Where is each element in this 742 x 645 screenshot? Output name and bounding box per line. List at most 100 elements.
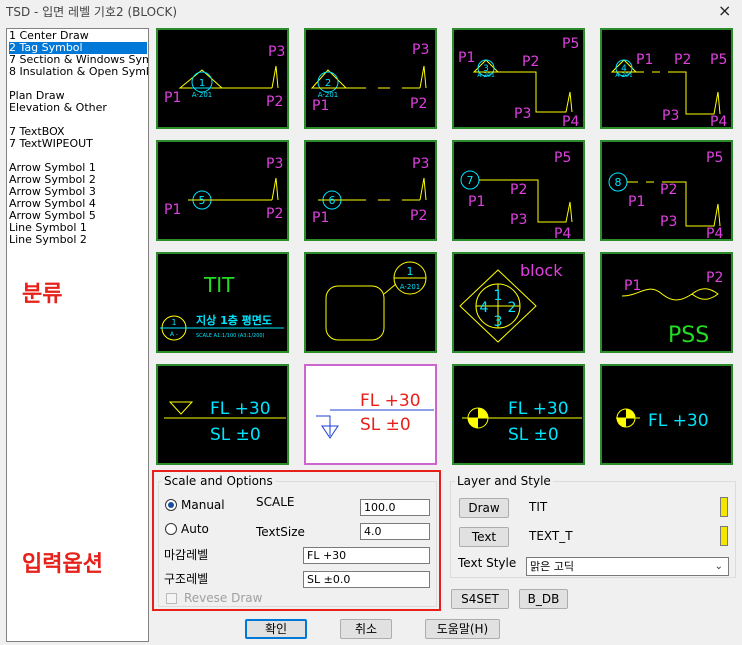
label-p3: P3 <box>412 156 429 172</box>
title-block-tile[interactable]: TIT 1 A - 지상 1층 평면도 SCALE A1:1/100 (A3:1… <box>156 252 289 353</box>
tag-symbol-tile-5[interactable]: 5 P1 P2 P3 <box>156 140 289 241</box>
auto-label: Auto <box>181 522 209 536</box>
level-sl: SL ±0 <box>508 425 559 445</box>
auto-radio[interactable] <box>165 523 177 535</box>
text-layer-color-swatch[interactable] <box>720 526 728 546</box>
s4set-button[interactable]: S4SET <box>451 589 509 609</box>
level-fl: FL +30 <box>648 411 709 431</box>
pss-label: PSS <box>668 323 709 348</box>
struct-level-input[interactable]: SL ±0.0 <box>303 571 430 588</box>
level-fl: FL +30 <box>508 399 569 419</box>
detail-callout-tile[interactable]: 1 A-201 <box>304 252 437 353</box>
block-num-3: 3 <box>494 314 503 330</box>
label-p1: P1 <box>628 194 645 210</box>
label-p2: P2 <box>266 94 283 110</box>
manual-label: Manual <box>181 498 225 512</box>
tag-number: 7 <box>467 174 474 187</box>
label-p2: P2 <box>410 96 427 112</box>
block-num-2: 2 <box>508 300 517 316</box>
scale-options-title: Scale and Options <box>162 474 275 488</box>
label-p1: P1 <box>636 52 653 68</box>
label-p2: P2 <box>706 270 723 286</box>
help-button[interactable]: 도움말(H) <box>425 619 500 639</box>
draw-layer-color-swatch[interactable] <box>720 497 728 517</box>
label-p3: P3 <box>266 156 283 172</box>
scale-input[interactable]: 100.0 <box>360 499 430 516</box>
label-p5: P5 <box>710 52 727 68</box>
category-item[interactable]: 7 TextWIPEOUT <box>9 138 147 150</box>
label-p1: P1 <box>468 194 485 210</box>
callout-number: 1 <box>407 265 414 278</box>
finish-level-input[interactable]: FL +30 <box>303 547 430 564</box>
category-item[interactable]: Line Symbol 2 <box>9 234 147 246</box>
reverse-draw-checkbox[interactable] <box>166 593 177 604</box>
label-p2: P2 <box>510 182 527 198</box>
label-p1: P1 <box>458 50 475 66</box>
block-diamond-tile[interactable]: 1 4 2 3 block <box>452 252 585 353</box>
text-layer-value: TEXT_T <box>529 529 573 543</box>
level-sl: SL ±0 <box>210 425 261 445</box>
cancel-button[interactable]: 취소 <box>340 619 392 639</box>
tit-number: 1 <box>171 318 176 327</box>
text-style-value: 맑은 고딕 <box>530 560 574 573</box>
tag-number: 8 <box>615 176 622 189</box>
tag-symbol-tile-2[interactable]: 2 A-201 P1 P2 P3 <box>304 28 437 129</box>
b-db-button[interactable]: B_DB <box>519 589 568 609</box>
label-p2: P2 <box>266 206 283 222</box>
options-annotation: 입력옵션 <box>22 552 103 577</box>
drawing-scale: SCALE A1:1/100 (A3:1/200) <box>196 333 265 339</box>
scale-label: SCALE <box>256 495 295 509</box>
drawing-title: 지상 1층 평면도 <box>196 313 272 327</box>
level-tile-selected[interactable]: FL +30 SL ±0 <box>304 364 437 465</box>
category-annotation: 분류 <box>22 282 63 307</box>
text-style-label: Text Style <box>458 556 517 570</box>
manual-radio[interactable] <box>165 499 177 511</box>
label-p1: P1 <box>312 98 329 114</box>
tag-symbol-tile-6[interactable]: 6 P1 P2 P3 <box>304 140 437 241</box>
label-p4: P4 <box>554 226 571 239</box>
ok-button[interactable]: 확인 <box>245 619 307 639</box>
tag-symbol-tile-1[interactable]: 1 A-201 P1 P2 P3 <box>156 28 289 129</box>
category-item[interactable]: Elevation & Other <box>9 102 147 114</box>
close-icon[interactable]: × <box>718 1 731 20</box>
level-tile-triangle[interactable]: FL +30 SL ±0 <box>156 364 289 465</box>
label-p2: P2 <box>522 54 539 70</box>
struct-level-label: 구조레벨 <box>164 572 209 586</box>
level-fl: FL +30 <box>360 391 421 411</box>
label-p3: P3 <box>412 42 429 58</box>
block-label: block <box>520 261 563 280</box>
level-tile-target-single[interactable]: FL +30 <box>600 364 733 465</box>
tag-sheet: A-201 <box>477 72 495 79</box>
text-layer-button[interactable]: Text <box>459 527 509 547</box>
label-p3: P3 <box>268 44 285 60</box>
label-p1: P1 <box>164 90 181 106</box>
pss-curve-tile[interactable]: P1 P2 PSS <box>600 252 733 353</box>
label-p5: P5 <box>562 36 579 52</box>
textsize-input[interactable]: 4.0 <box>360 523 430 540</box>
level-sl: SL ±0 <box>360 415 411 435</box>
label-p2: P2 <box>410 208 427 224</box>
tag-symbol-tile-3[interactable]: 3 A-201 P1 P2 P3 P4 P5 <box>452 28 585 129</box>
level-fl: FL +30 <box>210 399 271 419</box>
tag-symbol-tile-4[interactable]: 4 A-201 P1 P2 P3 P4 P5 <box>600 28 733 129</box>
textsize-label: TextSize <box>256 525 305 539</box>
level-tile-target[interactable]: FL +30 SL ±0 <box>452 364 585 465</box>
layer-style-title: Layer and Style <box>455 474 553 488</box>
tag-number: 5 <box>199 194 206 207</box>
tag-symbol-tile-7[interactable]: 7 P1 P2 P3 P4 P5 <box>452 140 585 241</box>
tag-symbol-tile-8[interactable]: 8 P1 P2 P3 P4 P5 <box>600 140 733 241</box>
finish-level-label: 마감레벨 <box>164 548 209 562</box>
label-p2: P2 <box>660 182 677 198</box>
label-p1: P1 <box>624 278 641 294</box>
label-p1: P1 <box>312 210 329 226</box>
category-item[interactable]: 8 Insulation & Open Symbol <box>9 66 148 78</box>
tag-number: 2 <box>325 78 331 89</box>
block-num-4: 4 <box>480 300 489 316</box>
reverse-draw-label: Revese Draw <box>184 591 263 605</box>
draw-layer-value: TIT <box>529 500 548 514</box>
label-p3: P3 <box>510 212 527 228</box>
callout-sheet: A-201 <box>400 283 421 291</box>
text-style-select[interactable]: 맑은 고딕 ⌄ <box>526 557 729 576</box>
draw-layer-button[interactable]: Draw <box>459 498 509 518</box>
label-p1: P1 <box>164 202 181 218</box>
